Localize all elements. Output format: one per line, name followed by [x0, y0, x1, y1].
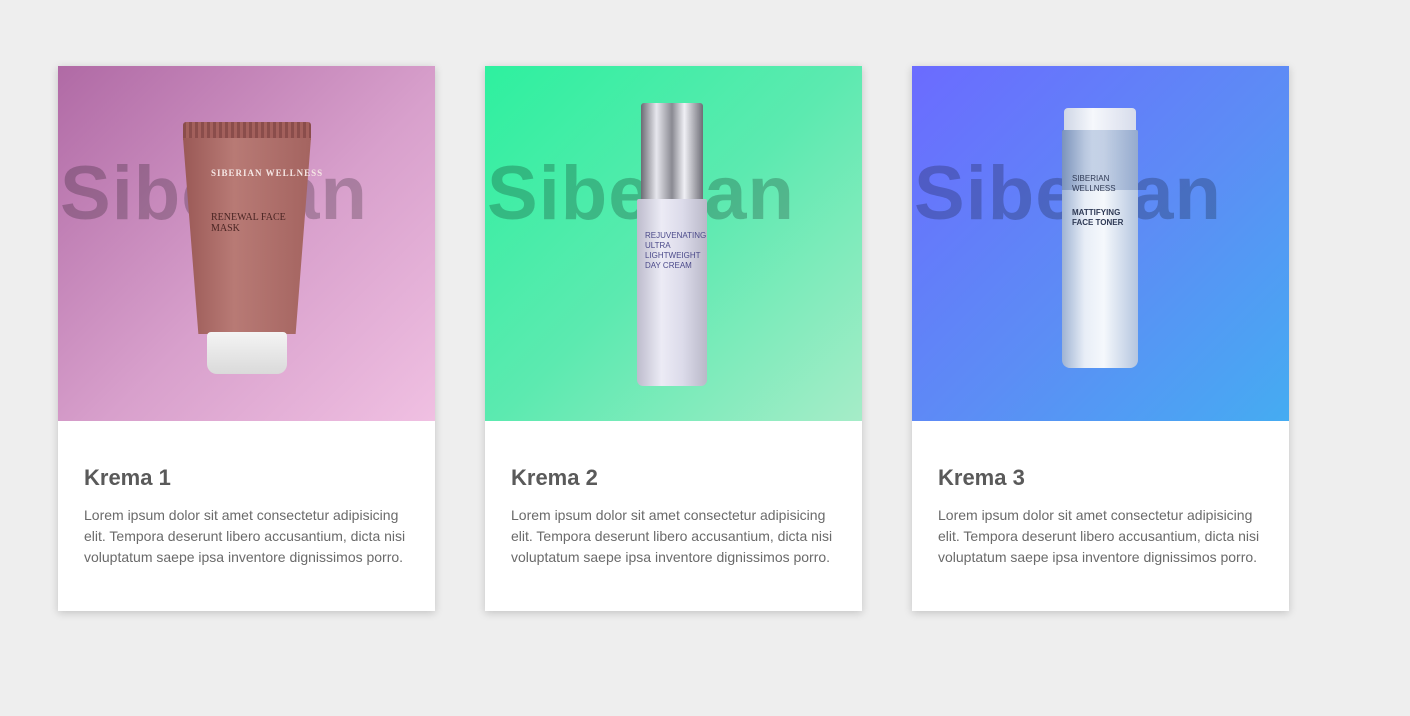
card-image-2: Siberian REJUVENATING ULTRA LIGHTWEIGHT …: [485, 66, 862, 421]
card-body: Krema 3 Lorem ipsum dolor sit amet conse…: [912, 421, 1289, 568]
face-mask-tube-image: SIBERIAN WELLNESS RENEWAL FACE MASK: [183, 122, 322, 374]
product-brand-label: SIBERIAN WELLNESS: [1072, 174, 1116, 193]
card-image-1: Siberian SIBERIAN WELLNESS RENEWAL FACE …: [58, 66, 435, 421]
card-body: Krema 2 Lorem ipsum dolor sit amet conse…: [485, 421, 862, 568]
card-image-3: Siberian SIBERIAN WELLNESS MATTIFYING FA…: [912, 66, 1289, 421]
card-description: Lorem ipsum dolor sit amet consectetur a…: [938, 507, 1260, 566]
product-brand-label: SIBERIAN WELLNESS: [211, 168, 324, 178]
product-card-2[interactable]: Siberian REJUVENATING ULTRA LIGHTWEIGHT …: [485, 66, 862, 611]
day-cream-pump-bottle-image: REJUVENATING ULTRA LIGHTWEIGHT DAY CREAM: [637, 103, 707, 386]
product-card-3[interactable]: Siberian SIBERIAN WELLNESS MATTIFYING FA…: [912, 66, 1289, 611]
card-list: Siberian SIBERIAN WELLNESS RENEWAL FACE …: [58, 66, 1289, 611]
card-title: Krema 1: [84, 465, 171, 490]
product-name-label: REJUVENATING ULTRA LIGHTWEIGHT DAY CREAM: [645, 231, 707, 270]
card-title: Krema 3: [938, 465, 1025, 490]
product-name-label: MATTIFYING FACE TONER: [1072, 208, 1124, 227]
card-body: Krema 1 Lorem ipsum dolor sit amet conse…: [58, 421, 435, 568]
face-toner-bottle-image: SIBERIAN WELLNESS MATTIFYING FACE TONER: [1062, 108, 1138, 368]
card-description: Lorem ipsum dolor sit amet consectetur a…: [84, 507, 406, 566]
card-title: Krema 2: [511, 465, 598, 490]
card-description: Lorem ipsum dolor sit amet consectetur a…: [511, 507, 833, 566]
product-card-1[interactable]: Siberian SIBERIAN WELLNESS RENEWAL FACE …: [58, 66, 435, 611]
product-name-label: RENEWAL FACE MASK: [211, 212, 286, 234]
